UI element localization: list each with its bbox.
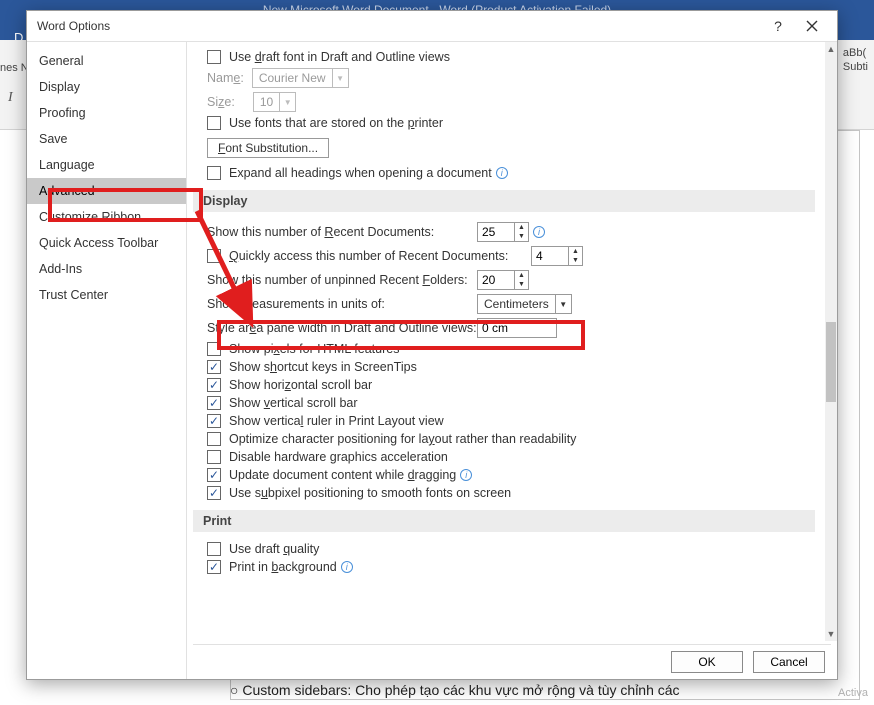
sidebar-item-proofing[interactable]: Proofing [27,100,186,126]
italic-icon: I [8,90,13,106]
label-expand-headings: Expand all headings when opening a docum… [229,166,492,180]
label-font-size: Size: [207,95,235,109]
sidebar-item-customize-ribbon[interactable]: Customize Ribbon [27,204,186,230]
dialog-title: Word Options [37,19,110,33]
sidebar-item-display[interactable]: Display [27,74,186,100]
scrollbar-thumb[interactable] [826,322,836,402]
spinner-unpinned-folders[interactable]: ▲▼ [477,270,529,290]
sidebar-item-addins[interactable]: Add-Ins [27,256,186,282]
label-disable-hw: Disable hardware graphics acceleration [229,450,448,464]
spinner-down-icon[interactable]: ▼ [515,280,528,289]
label-optimize-char: Optimize character positioning for layou… [229,432,576,446]
sidebar-item-general[interactable]: General [27,48,186,74]
document-text-line: ○ Custom sidebars: Cho phép tạo các khu … [230,682,680,698]
input-quick-access[interactable] [532,247,568,265]
close-button[interactable] [795,14,829,38]
checkbox-disable-hw[interactable] [207,450,221,464]
checkbox-printer-fonts[interactable] [207,116,221,130]
checkbox-vscroll[interactable] [207,396,221,410]
spinner-down-icon[interactable]: ▼ [569,256,582,265]
checkbox-print-bg[interactable] [207,560,221,574]
label-style-area: Style area pane width in Draft and Outli… [207,321,469,335]
checkbox-draft-font[interactable] [207,50,221,64]
label-subpixel: Use subpixel positioning to smooth fonts… [229,486,511,500]
label-unpinned-folders: Show this number of unpinned Recent Fold… [207,273,469,287]
font-substitution-button[interactable]: Font Substitution... [207,138,329,158]
scroll-down-icon[interactable]: ▼ [825,627,837,641]
label-measurements: Show measurements in units of: [207,297,469,311]
select-measurements[interactable]: Centimeters▼ [477,294,572,314]
options-sidebar: General Display Proofing Save Language A… [27,42,187,679]
input-style-area[interactable] [477,318,557,338]
close-icon [806,20,818,32]
vertical-scrollbar[interactable]: ▲ ▼ [825,42,837,641]
label-pixels-html: Show pixels for HTML features [229,342,399,356]
label-printer-fonts: Use fonts that are stored on the printer [229,116,443,130]
help-button[interactable]: ? [761,14,795,38]
options-main-panel: Use draft font in Draft and Outline view… [187,42,837,679]
label-update-drag: Update document content while dragging [229,468,456,482]
sidebar-item-save[interactable]: Save [27,126,186,152]
activate-watermark: Activa [838,687,868,699]
info-icon[interactable]: i [496,167,508,179]
sidebar-item-advanced[interactable]: Advanced [27,178,186,204]
cancel-button[interactable]: Cancel [753,651,825,673]
checkbox-shortcut-keys[interactable] [207,360,221,374]
label-hscroll: Show horizontal scroll bar [229,378,372,392]
chevron-down-icon: ▼ [332,69,348,87]
info-icon[interactable]: i [460,469,472,481]
select-measurements-value: Centimeters [478,297,555,311]
input-unpinned-folders[interactable] [478,271,514,289]
chevron-down-icon[interactable]: ▼ [555,295,571,313]
label-font-name: Name: [207,71,244,85]
input-recent-docs[interactable] [478,223,514,241]
checkbox-vruler[interactable] [207,414,221,428]
label-vruler: Show vertical ruler in Print Layout view [229,414,444,428]
select-font-name: Courier New▼ [252,68,349,88]
section-print-header: Print [193,510,815,532]
dialog-titlebar: Word Options ? [27,11,837,41]
ok-button[interactable]: OK [671,651,743,673]
label-shortcut-keys: Show shortcut keys in ScreenTips [229,360,417,374]
styles-gallery-fragment: aBb( Subti [843,46,868,74]
label-draft-font: Use draft font in Draft and Outline view… [229,50,450,64]
checkbox-update-drag[interactable] [207,468,221,482]
spinner-up-icon[interactable]: ▲ [515,271,528,280]
checkbox-hscroll[interactable] [207,378,221,392]
spinner-down-icon[interactable]: ▼ [515,232,528,241]
spinner-quick-access[interactable]: ▲▼ [531,246,583,266]
dialog-separator [193,644,831,645]
checkbox-optimize-char[interactable] [207,432,221,446]
checkbox-expand-headings[interactable] [207,166,221,180]
bg-fragment-nes: nes N [0,62,29,74]
label-draft-quality: Use draft quality [229,542,319,556]
checkbox-quick-access[interactable] [207,249,221,263]
sidebar-item-language[interactable]: Language [27,152,186,178]
spinner-up-icon[interactable]: ▲ [569,247,582,256]
checkbox-subpixel[interactable] [207,486,221,500]
label-vscroll: Show vertical scroll bar [229,396,358,410]
spinner-up-icon[interactable]: ▲ [515,223,528,232]
checkbox-draft-quality[interactable] [207,542,221,556]
checkbox-pixels-html[interactable] [207,342,221,356]
section-display-header: Display [193,190,815,212]
sidebar-item-quick-access[interactable]: Quick Access Toolbar [27,230,186,256]
label-recent-docs: Show this number of Recent Documents: [207,225,469,239]
label-quick-access: Quickly access this number of Recent Doc… [229,249,523,263]
sidebar-item-trust-center[interactable]: Trust Center [27,282,186,308]
info-icon[interactable]: i [341,561,353,573]
spinner-recent-docs[interactable]: ▲▼ [477,222,529,242]
word-options-dialog: Word Options ? General Display Proofing … [26,10,838,680]
label-print-bg: Print in background [229,560,337,574]
chevron-down-icon: ▼ [279,93,295,111]
dialog-button-bar: OK Cancel [671,651,825,673]
scroll-up-icon[interactable]: ▲ [825,42,837,56]
info-icon[interactable]: i [533,226,545,238]
select-font-size: 10▼ [253,92,296,112]
